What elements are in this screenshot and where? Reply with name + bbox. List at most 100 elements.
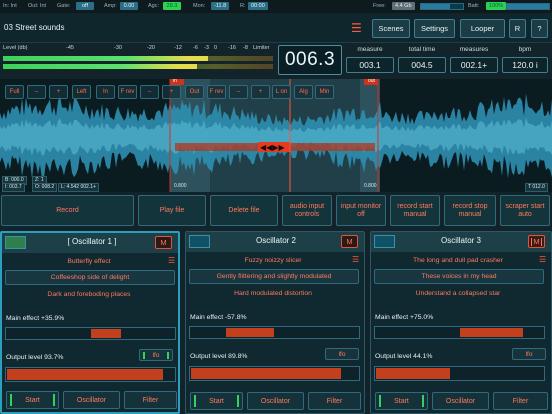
filter-button[interactable]: Filter xyxy=(493,392,548,410)
help-button[interactable]: ? xyxy=(531,19,548,38)
r-button[interactable]: R xyxy=(509,19,526,38)
zoom-full-button[interactable]: Full xyxy=(5,85,24,99)
meter-tick: -6 xyxy=(193,45,198,51)
looper-button[interactable]: Looper xyxy=(460,19,505,38)
left-button[interactable]: Left xyxy=(72,85,91,99)
position-counter[interactable]: 006.3 xyxy=(278,45,342,75)
oscillator-panel-1: [ Oscillator 1 ] M ☰ Butterfly effect Co… xyxy=(0,231,180,414)
out-button[interactable]: Out xyxy=(185,85,204,99)
main-effect-slider[interactable] xyxy=(374,326,545,339)
scenes-button[interactable]: Scenes xyxy=(372,19,410,38)
lfo-button[interactable]: lfo xyxy=(325,348,359,360)
record-start-line2: manual xyxy=(403,210,427,218)
preset-previous[interactable]: Butterfly effect xyxy=(5,258,173,265)
left-meter-fill xyxy=(3,56,209,61)
total-time-value[interactable]: 004.5 xyxy=(398,57,446,73)
battery-bar xyxy=(506,3,550,10)
record-stop-button[interactable]: record stop manual xyxy=(444,195,496,226)
oscillator-button[interactable]: Oscillator xyxy=(247,392,304,410)
free-value: 4.4 Gb xyxy=(392,2,415,10)
gate-value[interactable]: off xyxy=(76,2,94,10)
settings-button[interactable]: Settings xyxy=(414,19,455,38)
free-label: Free: xyxy=(373,3,386,9)
audio-input-controls-button[interactable]: audio input controls xyxy=(282,195,332,226)
output-level-label: Output level 89.8% xyxy=(190,353,248,360)
align-button[interactable]: Alg xyxy=(294,85,313,99)
meter-tick: -45 xyxy=(66,45,74,51)
start-button[interactable]: Start xyxy=(375,392,428,410)
input-monitor-button[interactable]: input monitor off xyxy=(336,195,386,226)
min-button[interactable]: Min xyxy=(315,85,334,99)
menu-icon[interactable]: ☰ xyxy=(351,22,362,34)
main-effect-label: Main effect +75.0% xyxy=(375,314,434,321)
start-label: Start xyxy=(209,397,224,405)
in-plus-button[interactable]: + xyxy=(162,85,181,99)
record-time-value: 00:00 xyxy=(248,2,268,10)
delete-file-button[interactable]: Delete file xyxy=(210,195,278,226)
out-minus-button[interactable]: – xyxy=(229,85,248,99)
preset-next[interactable]: Dark and foreboding places xyxy=(5,291,173,298)
bpm-value[interactable]: 120.0 i xyxy=(502,57,548,73)
filter-button[interactable]: Filter xyxy=(124,391,177,409)
meter-tick: -12 xyxy=(174,45,182,51)
output-level-slider[interactable] xyxy=(374,366,545,381)
oscillator-enable-toggle[interactable] xyxy=(189,235,210,248)
lfo-button[interactable]: lfo xyxy=(512,348,546,360)
record-button[interactable]: Record xyxy=(1,195,134,226)
i-readout: I: 003.7 xyxy=(2,183,25,192)
waveform-editor[interactable]: ◀◀▶▶ in out Full – + Left In F rev – + O… xyxy=(0,79,552,192)
oscillator-button[interactable]: Oscillator xyxy=(432,392,489,410)
start-button[interactable]: Start xyxy=(190,392,243,410)
in-button[interactable]: In xyxy=(96,85,115,99)
measure-value[interactable]: 003.1 xyxy=(346,57,394,73)
oscillator-button[interactable]: Oscillator xyxy=(63,391,120,409)
record-start-button[interactable]: record start manual xyxy=(390,195,440,226)
oscillator-title[interactable]: Oscillator 3 xyxy=(401,236,521,245)
out-fine-rev-button[interactable]: F rev xyxy=(207,85,226,99)
main-effect-slider[interactable] xyxy=(5,327,176,340)
preset-next[interactable]: Hard modulated distortion xyxy=(189,290,357,297)
oscillator-enable-toggle[interactable] xyxy=(5,236,26,249)
amp-value[interactable]: 0.00 xyxy=(120,2,138,10)
zoom-out-button[interactable]: – xyxy=(27,85,46,99)
preset-selected[interactable]: Coffeeshop side of delight xyxy=(5,270,175,285)
agc-value[interactable]: 28.3 xyxy=(163,2,181,10)
output-level-slider[interactable] xyxy=(5,367,176,382)
in-minus-button[interactable]: – xyxy=(140,85,159,99)
preset-selected[interactable]: These voices in my head xyxy=(374,269,544,284)
mute-button[interactable]: M xyxy=(528,235,545,248)
oscillator-panel-2: Oscillator 2 M ☰ Fuzzy noizzy slicer Gen… xyxy=(185,231,365,414)
output-source[interactable]: Out: Int xyxy=(28,3,46,9)
loop-on-button[interactable]: L on xyxy=(272,85,291,99)
oscillator-title[interactable]: Oscillator 2 xyxy=(216,236,336,245)
in-fine-rev-button[interactable]: F rev xyxy=(118,85,137,99)
measures-header: measures xyxy=(459,46,489,53)
main-effect-label: Main effect +35.9% xyxy=(6,315,65,322)
output-level-slider[interactable] xyxy=(189,366,360,381)
scraper-start-button[interactable]: scraper start auto xyxy=(500,195,550,226)
lfo-button[interactable]: lfo xyxy=(139,349,173,361)
oscillator-title[interactable]: [ Oscillator 1 ] xyxy=(32,237,152,246)
measures-value[interactable]: 002.1+ xyxy=(450,57,498,73)
preset-selected[interactable]: Gently flittering and slightly modulated xyxy=(189,269,359,284)
preset-previous[interactable]: Fuzzy noizzy slicer xyxy=(189,257,357,264)
oscillator-header: Oscillator 2 M xyxy=(186,232,364,252)
zoom-in-button[interactable]: + xyxy=(49,85,68,99)
filter-button[interactable]: Filter xyxy=(308,392,361,410)
mon-value[interactable]: -11.8 xyxy=(211,2,230,10)
play-file-button[interactable]: Play file xyxy=(138,195,206,226)
record-stop-line2: manual xyxy=(458,210,482,218)
mute-button[interactable]: M xyxy=(155,236,172,249)
oscillator-panel-3: Oscillator 3 M ☰ The long and dull pad c… xyxy=(370,231,552,414)
oscillator-enable-toggle[interactable] xyxy=(374,235,395,248)
input-source[interactable]: In: Int xyxy=(3,3,17,9)
main-effect-slider[interactable] xyxy=(189,326,360,339)
preset-next[interactable]: Understand a collapsed star xyxy=(374,290,542,297)
preset-previous[interactable]: The long and dull pad crasher xyxy=(374,257,542,264)
out-plus-button[interactable]: + xyxy=(251,85,270,99)
length-readout: L: 4.542 002.1+ xyxy=(58,183,99,192)
out-marker[interactable]: out xyxy=(366,79,377,85)
mute-button[interactable]: M xyxy=(341,235,358,248)
start-button[interactable]: Start xyxy=(6,391,59,409)
record-start-line1: record start xyxy=(397,202,433,210)
